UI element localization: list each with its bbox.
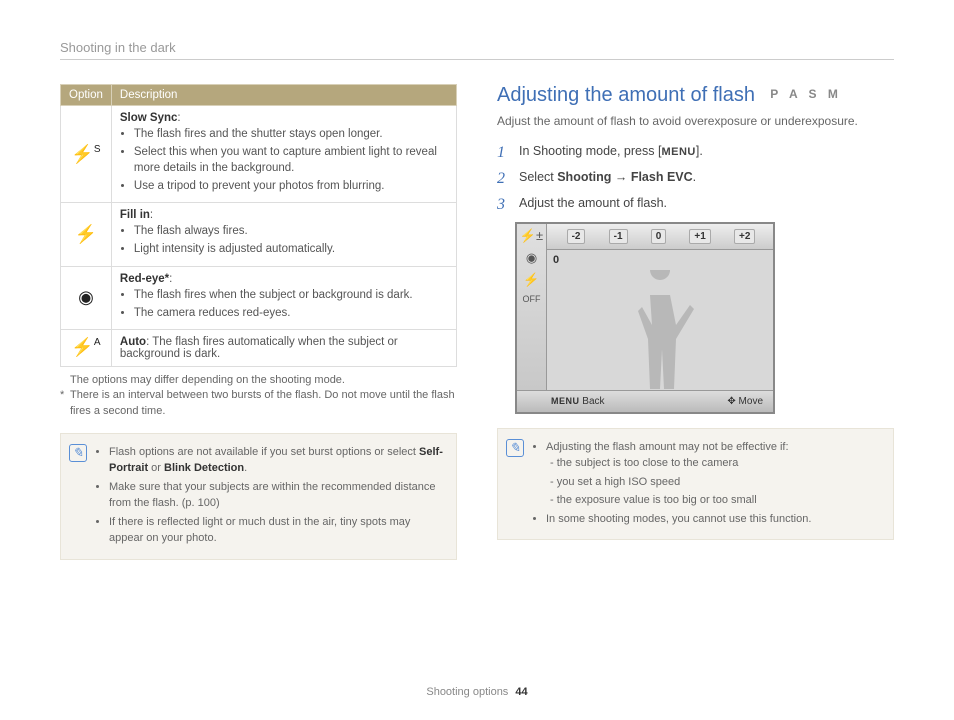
note-subitem: the subject is too close to the camera (550, 455, 811, 472)
flash-off-icon: OFF (523, 294, 541, 304)
page-number: 44 (515, 686, 527, 698)
step-item: 1 In Shooting mode, press [MENU]. (497, 144, 894, 162)
scale-tick: 0 (651, 229, 667, 244)
opt-bullet: The flash fires when the subject or back… (134, 287, 448, 303)
flash-s-icon: ⚡S (61, 106, 112, 203)
opt-bullet: Use a tripod to prevent your photos from… (134, 178, 448, 194)
opt-title: Red-eye* (120, 273, 169, 285)
opt-bullet: The camera reduces red-eyes. (134, 305, 448, 321)
opt-bullet: The flash always fires. (134, 223, 448, 239)
move-icon: ✥ (727, 396, 735, 407)
opt-bullet: Light intensity is adjusted automaticall… (134, 241, 448, 257)
step-item: 3 Adjust the amount of flash. (497, 196, 894, 214)
back-label: Back (582, 396, 604, 407)
opt-title: Slow Sync (120, 112, 178, 124)
note-icon: ✎ (69, 444, 87, 462)
scale-tick: -2 (567, 229, 586, 244)
note-item: In some shooting modes, you cannot use t… (546, 511, 811, 528)
header-title: Shooting in the dark (60, 40, 176, 55)
note-box-right: ✎ Adjusting the flash amount may not be … (497, 428, 894, 541)
scale-tick: -1 (609, 229, 628, 244)
flash-evc-icon: ⚡± (520, 228, 543, 244)
left-column: Option Description ⚡S Slow Sync: The fla… (60, 84, 457, 560)
redeye-icon: ◉ (61, 266, 112, 329)
cam-sidebar: ⚡± ◉ ⚡ OFF (517, 224, 547, 390)
footer-section: Shooting options (426, 686, 508, 698)
options-table: Option Description ⚡S Slow Sync: The fla… (60, 84, 457, 367)
cam-scale: -2 -1 0 +1 +2 (517, 224, 773, 250)
mode-badges: P A S M (770, 87, 842, 101)
note-subitem: the exposure value is too big or too sma… (550, 492, 811, 509)
cell-desc: Red-eye*: The flash fires when the subje… (111, 266, 456, 329)
section-title: Adjusting the amount of flash (497, 84, 755, 107)
right-column: Adjusting the amount of flash P A S M Ad… (497, 84, 894, 560)
step-number: 2 (497, 170, 511, 188)
section-intro: Adjust the amount of flash to avoid over… (497, 113, 894, 130)
step-item: 2 Select Shooting → Flash EVC. (497, 170, 894, 188)
cell-desc: Auto: The flash fires automatically when… (111, 329, 456, 366)
cam-preview: 0 (547, 250, 773, 390)
note-subitem: you set a high ISO speed (550, 474, 811, 491)
flash-fill-icon: ⚡ (61, 203, 112, 266)
opt-inline: : The flash fires automatically when the… (120, 336, 398, 360)
cell-desc: Fill in: The flash always fires. Light i… (111, 203, 456, 266)
step-number: 1 (497, 144, 511, 162)
menu-glyph: MENU (661, 146, 695, 158)
note-item: If there is reflected light or much dust… (109, 514, 444, 547)
footnote: The options may differ depending on the … (70, 373, 345, 388)
footnote: There is an interval between two bursts … (70, 388, 457, 419)
table-row: ⚡A Auto: The flash fires automatically w… (61, 329, 457, 366)
redeye-side-icon: ◉ (526, 250, 537, 266)
note-icon: ✎ (506, 439, 524, 457)
step-number: 3 (497, 196, 511, 214)
th-desc: Description (111, 85, 456, 106)
cell-desc: Slow Sync: The flash fires and the shutt… (111, 106, 456, 203)
menu-label: MENU (551, 396, 580, 406)
cam-value: 0 (553, 254, 559, 266)
opt-bullet: Select this when you want to capture amb… (134, 144, 448, 176)
table-row: ⚡ Fill in: The flash always fires. Light… (61, 203, 457, 266)
scale-tick: +1 (689, 229, 710, 244)
flash-auto-icon: ⚡A (61, 329, 112, 366)
table-footnotes: The options may differ depending on the … (60, 373, 457, 419)
th-option: Option (61, 85, 112, 106)
note-box-left: ✎ Flash options are not available if you… (60, 433, 457, 560)
flash-side-icon: ⚡ (523, 272, 539, 288)
table-row: ⚡S Slow Sync: The flash fires and the sh… (61, 106, 457, 203)
cam-bottom-bar: MENU Back ✥ Move (517, 390, 773, 412)
note-item: Make sure that your subjects are within … (109, 479, 444, 512)
steps-list: 1 In Shooting mode, press [MENU]. 2 Sele… (497, 144, 894, 214)
content-columns: Option Description ⚡S Slow Sync: The fla… (60, 84, 894, 560)
camera-screen-mock: ⚡± ◉ ⚡ OFF -2 -1 0 +1 +2 0 (515, 222, 775, 414)
person-silhouette-icon (625, 270, 695, 390)
page-footer: Shooting options 44 (0, 686, 954, 698)
note-item: Flash options are not available if you s… (109, 444, 444, 477)
table-row: ◉ Red-eye*: The flash fires when the sub… (61, 266, 457, 329)
note-item: Adjusting the flash amount may not be ef… (546, 439, 811, 509)
opt-title: Fill in (120, 209, 150, 221)
scale-tick: +2 (734, 229, 755, 244)
move-label: Move (739, 396, 763, 407)
page-header: Shooting in the dark (60, 40, 894, 60)
opt-bullet: The flash fires and the shutter stays op… (134, 126, 448, 142)
opt-title: Auto (120, 336, 146, 348)
